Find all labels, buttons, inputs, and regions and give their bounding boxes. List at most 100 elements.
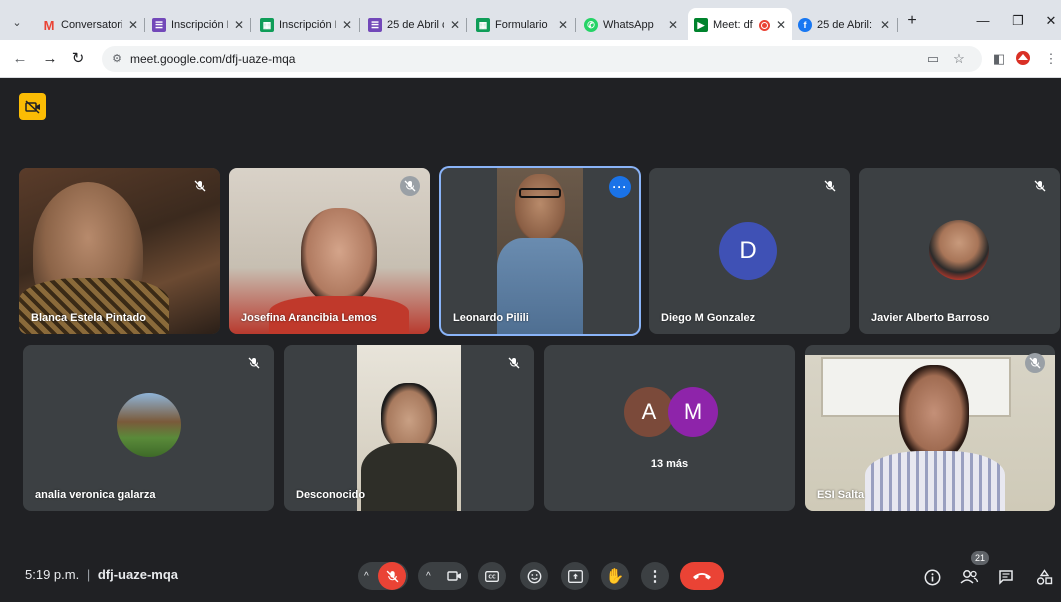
hand-icon: ✋ — [605, 568, 625, 585]
info-icon — [924, 569, 940, 585]
tab-close-icon[interactable]: ✕ — [556, 18, 570, 32]
mic-off-icon — [820, 176, 840, 196]
mic-off-icon — [190, 176, 210, 196]
leave-call-button[interactable] — [680, 562, 724, 590]
tab-close-icon[interactable]: ✕ — [232, 18, 246, 32]
recording-icon — [759, 19, 770, 31]
more-options-icon[interactable]: ··· — [609, 176, 631, 198]
chat-button[interactable] — [995, 566, 1017, 588]
mic-off-icon — [400, 176, 420, 196]
participant-name: Desconocido — [296, 489, 366, 501]
tab-divider — [144, 18, 145, 32]
participant-name: Javier Alberto Barroso — [871, 312, 990, 324]
participant-tile[interactable]: Javier Alberto Barroso — [859, 168, 1060, 334]
participant-tile[interactable]: Blanca Estela Pintado — [19, 168, 220, 334]
forward-arrow-icon[interactable]: → — [40, 49, 60, 69]
avatar — [929, 220, 989, 280]
captions-icon: CC — [485, 570, 499, 582]
browser-tab[interactable]: ☰ Inscripción F ✕ — [152, 14, 246, 36]
tab-title: Meet: df — [713, 19, 753, 31]
participant-tile[interactable]: D Diego M Gonzalez — [649, 168, 850, 334]
participant-tile-speaking[interactable]: ··· Leonardo Pilili — [441, 168, 639, 334]
tab-title: WhatsApp — [603, 19, 654, 31]
mic-control-group[interactable]: ^ — [358, 562, 408, 590]
browser-toolbar: ← → ↻ ⚙ meet.google.com/dfj-uaze-mqa ▭ ☆… — [0, 40, 1061, 78]
browser-tab[interactable]: M Conversatori ✕ — [42, 14, 140, 36]
overflow-participants-tile[interactable]: A M 13 más — [544, 345, 795, 511]
reactions-button[interactable] — [520, 562, 548, 590]
captions-button[interactable]: CC — [478, 562, 506, 590]
svg-text:CC: CC — [488, 574, 496, 580]
mic-off-button[interactable] — [378, 562, 406, 590]
mic-options-chevron-icon[interactable]: ^ — [364, 571, 369, 582]
sheets-icon: ▦ — [260, 18, 274, 32]
tab-divider — [250, 18, 251, 32]
browser-tab[interactable]: ✆ WhatsApp ✕ — [584, 14, 680, 36]
new-tab-button[interactable]: + — [902, 12, 922, 30]
camera-icon — [446, 571, 461, 581]
tab-close-icon[interactable]: ✕ — [878, 18, 892, 32]
more-participants-count: 13 más — [650, 458, 689, 470]
tab-close-icon[interactable]: ✕ — [448, 18, 462, 32]
emoji-icon — [527, 569, 541, 583]
tab-divider — [575, 18, 576, 32]
browser-tab[interactable]: ▦ Inscripción F ✕ — [260, 14, 354, 36]
end-call-icon — [693, 573, 711, 580]
participant-tile[interactable]: Josefina Arancibia Lemos — [229, 168, 430, 334]
meeting-info: 5:19 p.m. | dfj-uaze-mqa — [25, 567, 178, 582]
browser-menu-icon[interactable]: ⋮ — [1042, 50, 1060, 68]
browser-tab[interactable]: ☰ 25 de Abril c ✕ — [368, 14, 462, 36]
reload-icon[interactable]: ↻ — [68, 49, 88, 69]
tab-title: 25 de Abril c — [387, 19, 444, 31]
participant-name: Josefina Arancibia Lemos — [241, 312, 377, 324]
participant-count-badge: 21 — [971, 551, 989, 565]
mic-off-icon — [504, 353, 524, 373]
avatar: A — [624, 387, 674, 437]
sheets-icon: ▦ — [476, 18, 490, 32]
present-screen-button[interactable] — [561, 562, 589, 590]
raise-hand-button[interactable]: ✋ — [601, 562, 629, 590]
participant-tile[interactable]: analia veronica galarza — [23, 345, 274, 511]
meeting-info-separator: | — [86, 567, 91, 582]
tab-close-icon[interactable]: ✕ — [666, 18, 680, 32]
maximize-button[interactable]: ❐ — [1008, 13, 1028, 29]
facebook-icon: f — [798, 18, 812, 32]
meeting-details-button[interactable] — [921, 566, 943, 588]
people-button[interactable] — [958, 566, 980, 588]
camera-control-group[interactable]: ^ — [418, 562, 468, 590]
activities-icon — [1036, 568, 1052, 585]
camera-options-chevron-icon[interactable]: ^ — [426, 571, 431, 582]
avatar: D — [719, 222, 777, 280]
back-arrow-icon[interactable]: ← — [10, 49, 30, 69]
tab-close-icon[interactable]: ✕ — [340, 18, 354, 32]
browser-tab[interactable]: ▦ Formulario ✕ — [476, 14, 570, 36]
minimize-button[interactable]: — — [973, 13, 993, 28]
participant-tile[interactable]: ESI Salta — [805, 345, 1055, 511]
activities-button[interactable] — [1033, 566, 1055, 588]
profile-avatar-icon[interactable] — [1014, 50, 1032, 68]
address-bar[interactable]: ⚙ meet.google.com/dfj-uaze-mqa ▭ ☆ — [102, 46, 982, 72]
browser-tab-active[interactable]: ▶ Meet: df ✕ — [694, 14, 788, 36]
camera-warning-icon[interactable] — [19, 93, 46, 120]
browser-tab[interactable]: f 25 de Abril: ✕ — [798, 14, 892, 36]
tab-title: Inscripción F — [171, 19, 228, 31]
bookmark-star-icon[interactable]: ☆ — [950, 50, 968, 68]
url-text[interactable]: meet.google.com/dfj-uaze-mqa — [130, 52, 295, 66]
camera-button[interactable] — [440, 562, 468, 590]
participant-name: Leonardo Pilili — [453, 312, 529, 324]
cast-icon[interactable]: ▭ — [924, 50, 942, 68]
participant-tile[interactable]: Desconocido — [284, 345, 534, 511]
mic-off-icon — [1030, 176, 1050, 196]
close-window-button[interactable]: ✕ — [1041, 13, 1061, 29]
mic-off-icon — [386, 570, 398, 582]
tab-close-icon[interactable]: ✕ — [774, 18, 788, 32]
side-panel-icon[interactable]: ◧ — [990, 50, 1008, 68]
tab-title: Formulario — [495, 19, 548, 31]
tab-search-chevron-icon[interactable]: ⌄ — [6, 11, 28, 33]
more-options-button[interactable]: ⋮ — [641, 562, 669, 590]
present-icon — [567, 569, 583, 583]
gmail-icon: M — [43, 17, 55, 33]
participant-video — [805, 355, 1055, 511]
site-settings-icon[interactable]: ⚙ — [110, 52, 124, 66]
tab-close-icon[interactable]: ✕ — [126, 18, 140, 32]
